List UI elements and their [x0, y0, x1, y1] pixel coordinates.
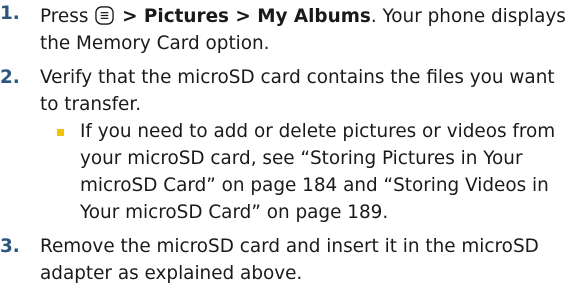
step-2: 2. Verify that the microSD card contains…: [0, 64, 585, 226]
step-3: 3. Remove the microSD card and insert it…: [0, 233, 585, 287]
step-number: 1.: [0, 3, 20, 24]
step-number: 2.: [0, 67, 20, 88]
step-1: 1. Press > Pictures > My Albums. Your ph…: [0, 0, 585, 57]
menu-ok-key-icon: [95, 6, 114, 25]
step-2-text: Verify that the microSD card contains th…: [40, 67, 555, 115]
instruction-steps: 1. Press > Pictures > My Albums. Your ph…: [0, 0, 585, 287]
step-1-text-before: Press: [40, 6, 89, 27]
step-2-bullet-text: If you need to add or delete pictures or…: [80, 121, 556, 223]
step-2-bullet-list: If you need to add or delete pictures or…: [40, 118, 577, 226]
step-number: 3.: [0, 236, 20, 257]
step-3-text: Remove the microSD card and insert it in…: [40, 236, 539, 284]
step-1-menu-path: > Pictures > My Albums: [122, 6, 371, 27]
bullet-icon: [57, 129, 64, 136]
